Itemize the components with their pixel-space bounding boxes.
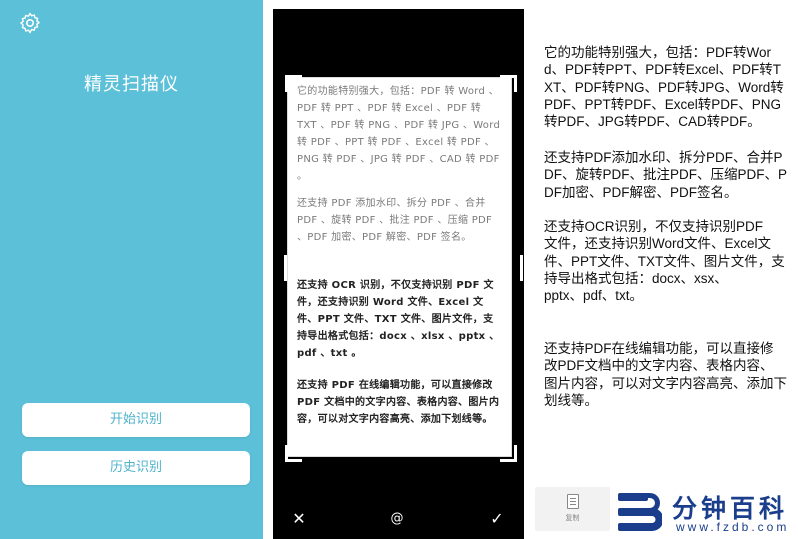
- gear-icon[interactable]: [18, 11, 42, 35]
- watermark-url: www.fzdb.com: [676, 520, 790, 534]
- app-title: 精灵扫描仪: [84, 74, 179, 95]
- crop-handle-top-right[interactable]: [500, 75, 517, 92]
- rotate-icon[interactable]: @: [387, 509, 407, 529]
- result-paragraph: 还支持PDF添加水印、拆分PDF、合并PDF、旋转PDF、批注PDF、压缩PDF…: [544, 150, 787, 200]
- result-paragraph: 还支持OCR识别，不仅支持识别PDF 文件，还支持识别Word文件、Excel文…: [544, 219, 785, 304]
- close-icon[interactable]: ✕: [289, 509, 309, 529]
- scanned-paragraph: 还支持 PDF 在线编辑功能，可以直接修改 PDF 文档中的文字内容、表格内容、…: [297, 380, 500, 425]
- document-icon: [567, 494, 579, 509]
- scanned-paragraph: 它的功能特别强大，包括：PDF 转 Word 、PDF 转 PPT 、PDF 转…: [297, 86, 501, 182]
- copy-button[interactable]: 复制: [535, 487, 610, 531]
- start-recognition-button[interactable]: 开始识别: [22, 403, 250, 437]
- result-paragraph: 它的功能特别强大，包括：PDF转Word、PDF转PPT、PDF转Excel、P…: [544, 45, 784, 130]
- scanner-screen: 它的功能特别强大，包括：PDF 转 Word 、PDF 转 PPT 、PDF 转…: [273, 9, 524, 539]
- scanned-paragraph: 还支持 OCR 识别，不仅支持识别 PDF 文件，还支持识别 Word 文件、E…: [297, 280, 500, 359]
- crop-handle-bottom-right[interactable]: [500, 445, 517, 462]
- watermark: 分钟百科 www.fzdb.com: [616, 489, 798, 537]
- crop-handle-bottom-left[interactable]: [285, 445, 302, 462]
- copy-label: 复制: [565, 514, 580, 522]
- result-screen: 它的功能特别强大，包括：PDF转Word、PDF转PPT、PDF转Excel、P…: [534, 0, 798, 539]
- scanned-document-preview: 它的功能特别强大，包括：PDF 转 Word 、PDF 转 PPT 、PDF 转…: [287, 77, 512, 457]
- home-screen: 精灵扫描仪 开始识别 历史识别: [0, 0, 263, 539]
- history-recognition-button[interactable]: 历史识别: [22, 451, 250, 485]
- crop-handle-top-left[interactable]: [285, 75, 302, 92]
- result-paragraph: 还支持PDF在线编辑功能，可以直接修 改PDF文档中的文字内容、表格内容、 图片…: [544, 341, 787, 408]
- scanned-paragraph: 还支持 PDF 添加水印、拆分 PDF 、合并 PDF 、旋转 PDF 、批注 …: [297, 198, 493, 243]
- crop-handle-right[interactable]: [520, 255, 523, 281]
- crop-handle-left[interactable]: [284, 255, 287, 281]
- check-icon[interactable]: ✓: [487, 509, 507, 529]
- brand-logo-icon: [618, 493, 662, 531]
